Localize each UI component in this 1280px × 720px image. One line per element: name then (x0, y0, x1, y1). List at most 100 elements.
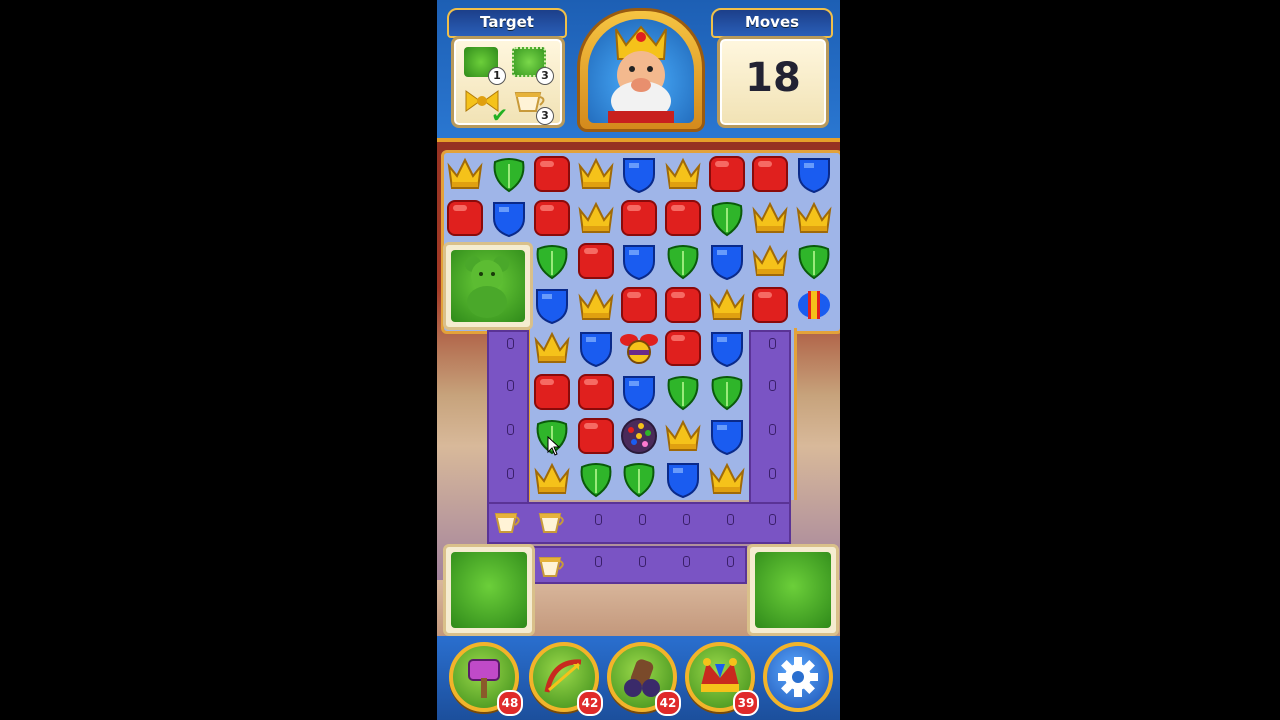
moves-panel: 18 (717, 36, 829, 128)
gear-icon (778, 657, 818, 697)
booster-count: 39 (733, 690, 759, 716)
rail-dot (507, 468, 514, 479)
top-header: Target 1 3 ✔ 3 Moves 18 (437, 0, 840, 142)
bow-target-icon: ✔ (464, 87, 508, 127)
yellow-crown-icon[interactable] (576, 198, 616, 238)
booster-bar: 48 42 42 39 (437, 636, 840, 720)
blue-shield-icon[interactable] (489, 198, 529, 238)
king-avatar (588, 19, 694, 123)
red-cube-icon[interactable] (707, 154, 747, 194)
green-leaf-icon[interactable] (663, 241, 703, 281)
yellow-crown-icon[interactable] (750, 241, 790, 281)
rail-dot (769, 424, 776, 435)
rail-dot (595, 514, 602, 525)
blue-shield-icon[interactable] (707, 241, 747, 281)
rail-dot (769, 468, 776, 479)
blue-shield-icon[interactable] (794, 154, 834, 194)
light-ball-icon[interactable] (619, 416, 659, 456)
king-avatar-frame (577, 8, 705, 132)
yellow-crown-icon[interactable] (663, 416, 703, 456)
target-count: 1 (488, 67, 506, 85)
rail-dot (769, 338, 776, 349)
rail-dot (507, 380, 514, 391)
red-cube-icon[interactable] (532, 372, 572, 412)
rail-dot (683, 514, 690, 525)
rail-dot (727, 514, 734, 525)
game-screen: Target 1 3 ✔ 3 Moves 18 48 42 42 39 (437, 0, 840, 720)
green-leaf-icon[interactable] (619, 459, 659, 499)
rail-dot (507, 338, 514, 349)
teacup-icon (537, 506, 567, 540)
red-cube-icon[interactable] (576, 416, 616, 456)
red-cube-icon[interactable] (663, 198, 703, 238)
green-leaf-icon[interactable] (707, 372, 747, 412)
blue-shield-icon[interactable] (619, 372, 659, 412)
yellow-crown-icon[interactable] (576, 154, 616, 194)
blue-shield-icon[interactable] (619, 154, 659, 194)
yellow-crown-icon[interactable] (576, 285, 616, 325)
moves-title: Moves (711, 8, 833, 38)
yellow-crown-icon[interactable] (794, 198, 834, 238)
red-cube-icon[interactable] (663, 328, 703, 368)
yellow-crown-icon[interactable] (532, 328, 572, 368)
red-cube-icon[interactable] (532, 198, 572, 238)
hedge-tile-left[interactable] (443, 544, 535, 636)
rail-dot (769, 380, 776, 391)
yellow-crown-icon[interactable] (663, 154, 703, 194)
blue-shield-icon[interactable] (707, 328, 747, 368)
mouse-cursor-icon (547, 435, 561, 460)
target-title: Target (447, 8, 567, 38)
green-leaf-icon[interactable] (707, 198, 747, 238)
green-leaf-icon[interactable] (794, 241, 834, 281)
moves-counter: 18 (745, 55, 801, 101)
booster-count: 48 (497, 690, 523, 716)
green-leaf-icon[interactable] (576, 459, 616, 499)
rail-dot (769, 514, 776, 525)
red-cube-icon[interactable] (532, 154, 572, 194)
royal-hammer-booster-button[interactable]: 48 (449, 642, 523, 716)
checkmark-icon: ✔ (491, 103, 508, 127)
yellow-crown-icon[interactable] (532, 459, 572, 499)
red-cube-icon[interactable] (445, 198, 485, 238)
green-leaf-icon[interactable] (532, 241, 572, 281)
rail-dot (727, 556, 734, 567)
hedge-bear-target-icon: 1 (464, 47, 506, 85)
red-cube-icon[interactable] (576, 372, 616, 412)
target-panel: 1 3 ✔ 3 (451, 36, 565, 128)
booster-count: 42 (655, 690, 681, 716)
red-cube-icon[interactable] (663, 285, 703, 325)
red-cube-icon[interactable] (619, 285, 659, 325)
rail-dot (639, 514, 646, 525)
propeller-icon[interactable] (619, 328, 659, 368)
settings-button[interactable] (763, 642, 833, 712)
red-cube-icon[interactable] (576, 241, 616, 281)
hedge-bear-tile[interactable] (443, 242, 533, 330)
yellow-crown-icon[interactable] (750, 198, 790, 238)
red-cube-icon[interactable] (750, 285, 790, 325)
yellow-crown-icon[interactable] (445, 154, 485, 194)
target-count: 3 (536, 107, 554, 125)
green-leaf-icon[interactable] (489, 154, 529, 194)
blue-shield-icon[interactable] (707, 416, 747, 456)
jester-hat-booster-button[interactable]: 39 (685, 642, 759, 716)
red-cube-icon[interactable] (619, 198, 659, 238)
blue-shield-icon[interactable] (619, 241, 659, 281)
cannon-booster-button[interactable]: 42 (607, 642, 681, 716)
blue-shield-icon[interactable] (532, 285, 572, 325)
blue-shield-icon[interactable] (663, 459, 703, 499)
rail-dot (639, 556, 646, 567)
hedge-flower-target-icon: 3 (512, 47, 554, 85)
teacup-icon (493, 506, 523, 540)
hedge-bear-tile-right[interactable] (747, 544, 839, 636)
blue-shield-icon[interactable] (576, 328, 616, 368)
teacup-target-icon: 3 (512, 87, 554, 125)
red-cube-icon[interactable] (750, 154, 790, 194)
yellow-crown-icon[interactable] (707, 285, 747, 325)
teacup-icon (537, 550, 567, 584)
yellow-crown-icon[interactable] (707, 459, 747, 499)
rocket-icon[interactable] (794, 285, 834, 325)
green-leaf-icon[interactable] (663, 372, 703, 412)
rail-dot (507, 424, 514, 435)
arrow-booster-button[interactable]: 42 (529, 642, 603, 716)
rail-dot (595, 556, 602, 567)
